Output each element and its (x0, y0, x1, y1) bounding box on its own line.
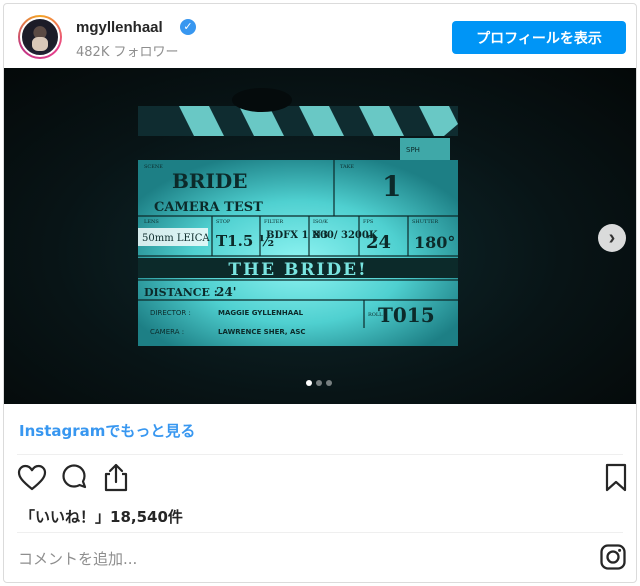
camera-label: CAMERA : (150, 328, 184, 336)
carousel-indicator (306, 380, 332, 386)
divider (17, 454, 623, 455)
carousel-dot (316, 380, 322, 386)
clapperboard-image: SCENE TAKE LENS STOP FILTER ISO/K FPS SH… (138, 88, 458, 346)
director-label: DIRECTOR : (150, 309, 191, 317)
filter-label: FILTER (264, 219, 283, 225)
chevron-right-icon[interactable]: › (598, 224, 626, 252)
take-value: 1 (382, 170, 401, 203)
fps-label: FPS (363, 219, 374, 225)
comment-input[interactable] (18, 548, 558, 570)
distance-label: DISTANCE : (144, 286, 218, 299)
iso-label: ISO/K (313, 219, 328, 225)
lens-value: 50mm LEICA (142, 233, 210, 244)
share-icon[interactable] (100, 462, 132, 494)
sph-label: SPH (406, 146, 420, 154)
shutter-value: 180° (414, 233, 455, 252)
heart-icon[interactable] (16, 462, 48, 494)
director-value: MAGGIE GYLLENHAAL (218, 309, 304, 317)
post-header: mgyllenhaal ✓ 482K フォロワー プロフィールを表示 (4, 4, 636, 68)
comment-icon[interactable] (58, 462, 90, 494)
carousel-dot (306, 380, 312, 386)
carousel-dot (326, 380, 332, 386)
instagram-embed-card: mgyllenhaal ✓ 482K フォロワー プロフィールを表示 SCENE… (3, 3, 637, 583)
follower-count: 482K フォロワー (76, 45, 179, 60)
stop-value: T1.5 ½ (216, 232, 274, 250)
stop-label: STOP (216, 219, 231, 225)
camera-test: CAMERA TEST (154, 200, 263, 215)
view-profile-button[interactable]: プロフィールを表示 (452, 21, 626, 54)
post-media[interactable]: SCENE TAKE LENS STOP FILTER ISO/K FPS SH… (4, 68, 636, 404)
like-count[interactable]: 「いいね！」18,540件 (20, 506, 183, 527)
lens-label: LENS (144, 219, 159, 225)
camera-value: LAWRENCE SHER, ASC (218, 328, 306, 336)
distance-value: 24' (216, 285, 236, 299)
divider (17, 532, 623, 533)
take-label: TAKE (340, 164, 354, 170)
shutter-label: SHUTTER (412, 219, 438, 225)
avatar-image (20, 17, 60, 57)
scene-label: SCENE (144, 164, 163, 170)
roll-value: T015 (378, 303, 435, 327)
bookmark-icon[interactable] (600, 462, 632, 494)
fps-value: 24 (366, 232, 391, 253)
username[interactable]: mgyllenhaal (76, 19, 163, 36)
film-title: THE BRIDE! (228, 260, 367, 280)
action-bar (4, 462, 636, 502)
view-more-on-instagram-link[interactable]: Instagramでもっと見る (19, 420, 195, 441)
verified-badge-icon: ✓ (180, 19, 196, 35)
avatar[interactable] (18, 15, 62, 59)
instagram-logo-icon[interactable] (600, 544, 626, 570)
scene-value: BRIDE (172, 169, 247, 193)
